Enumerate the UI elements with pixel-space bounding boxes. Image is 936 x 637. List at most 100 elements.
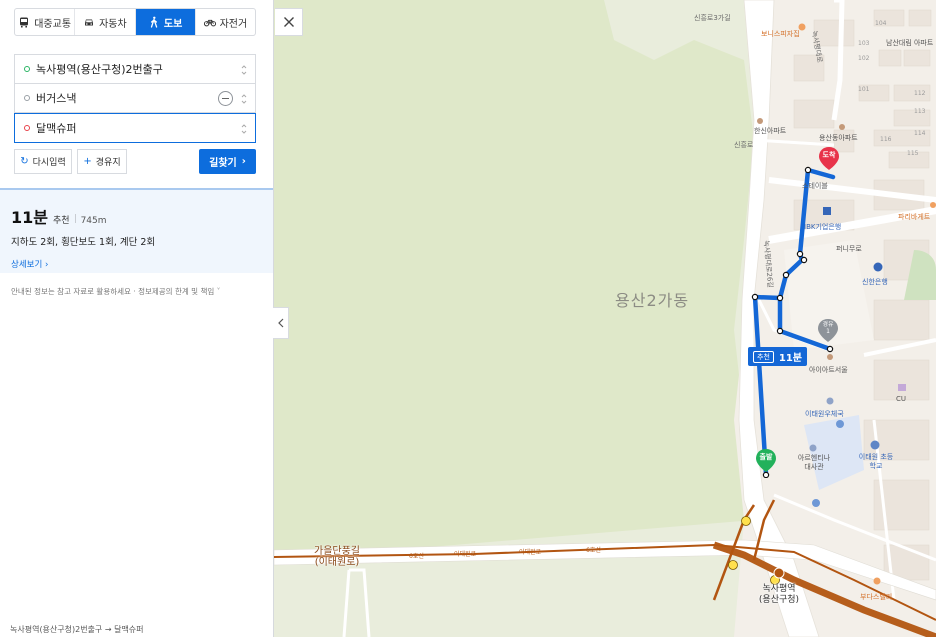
building-number: 114 [914, 130, 926, 137]
detail-link[interactable]: 상세보기 › [11, 258, 48, 270]
transport-mode-tabs: 대중교통 자동차 도보 자전거 [14, 8, 256, 36]
find-route-label: 길찾기 [209, 158, 237, 169]
poi-shinhan[interactable]: 신한은행 [862, 277, 888, 287]
bicycle-icon [203, 19, 216, 27]
chevron-down-icon: ˅ [216, 287, 221, 296]
road-label-small: 이태원로 [454, 551, 477, 558]
reorder-icon[interactable] [240, 64, 248, 76]
collapse-panel-button[interactable] [273, 307, 289, 339]
tab-walk-label: 도보 [163, 18, 183, 30]
result-time: 11분 [11, 208, 48, 227]
street-label-top: 신흥로3가길 [694, 14, 731, 22]
reorder-icon[interactable] [240, 123, 248, 135]
poi-namsan-apt[interactable]: 남산대림 아파트 [886, 39, 933, 47]
building-number: 115 [907, 150, 919, 157]
chevron-right-icon: › [44, 260, 49, 270]
add-waypoint-button[interactable]: + 경유지 [77, 149, 127, 174]
detail-link-label: 상세보기 [11, 260, 43, 270]
road-label-small: 이태원로 [519, 549, 542, 556]
tab-bicycle-label: 자전거 [219, 18, 248, 30]
result-summary: 지하도 2회, 횡단보도 1회, 계단 2회 [11, 237, 156, 248]
poi-itaewon-post[interactable]: 이태원우체국 [805, 409, 844, 419]
result-header: 11분 추천 745m [11, 204, 262, 228]
waypoint-value: 버거스낵 [36, 92, 77, 105]
reset-label: 다시입력 [32, 158, 66, 168]
close-icon [283, 17, 294, 27]
bottom-summary: 녹사평역(용산구청)2번출구 → 달맥슈퍼 [0, 624, 273, 637]
poi-yongsan-dong-apt[interactable]: 용산동아파트 [819, 133, 858, 143]
tab-car[interactable]: 자동차 [75, 9, 136, 35]
building-number: 103 [858, 40, 870, 47]
directions-panel: 대중교통 자동차 도보 자전거 녹사평역(용산구청)2번출구 버거스낵 달맥슈퍼… [0, 0, 274, 637]
result-tag: 추천 [53, 216, 70, 226]
result-distance: 745m [80, 216, 107, 226]
plus-icon: + [83, 156, 92, 167]
bus-icon [20, 17, 29, 28]
tab-bicycle[interactable]: 자전거 [196, 9, 255, 35]
road-name: 가을단풍길 (이태원로) [314, 546, 360, 568]
poi-paris[interactable]: 파리바게트 [898, 212, 930, 222]
tab-transit[interactable]: 대중교통 [15, 9, 76, 35]
close-button[interactable] [275, 8, 303, 36]
tab-transit-label: 대중교통 [34, 18, 72, 30]
notice-text: 안내된 정보는 참고 자료로 활용하세요 · 정보제공의 한계 및 책임 [11, 287, 215, 296]
street-gil: 퍼니무로 [836, 245, 862, 253]
poi-hansin-apt[interactable]: 한신아파트 [754, 126, 786, 136]
park-area [274, 0, 754, 560]
building-number: 102 [858, 55, 870, 62]
separator [74, 214, 76, 223]
destination-value: 달맥슈퍼 [36, 122, 77, 135]
waypoint-field[interactable]: 버거스낵 [14, 83, 256, 113]
destination-field[interactable]: 달맥슈퍼 [14, 113, 256, 143]
route-actions: ↻ 다시입력 + 경유지 길찾기 › [14, 149, 256, 174]
chevron-left-icon [277, 318, 283, 328]
station-label[interactable]: 녹사평역 (용산구청) [754, 584, 804, 606]
info-notice[interactable]: 안내된 정보는 참고 자료로 활용하세요 · 정보제공의 한계 및 책임 ˅ [11, 286, 220, 297]
waypoint-marker-num: 1 [826, 328, 830, 335]
poi-argentina-embassy[interactable]: 아르헨티나 대사관 [794, 454, 834, 472]
reset-button[interactable]: ↻ 다시입력 [14, 149, 72, 174]
waypoint-marker-label: 경유 [822, 321, 834, 328]
building-number: 112 [914, 90, 926, 97]
building-number: 113 [914, 108, 926, 115]
route-result-card[interactable]: 11분 추천 745m 지하도 2회, 횡단보도 1회, 계단 2회 상세보기 … [0, 190, 273, 273]
walk-icon [150, 16, 158, 28]
poi-ibk[interactable]: IBK기업은행 [804, 222, 841, 232]
road-name-line2: (이태원로) [314, 557, 360, 568]
poi-steilish[interactable]: 스테이블 [802, 181, 828, 191]
origin-dot-icon [24, 66, 30, 72]
route-badge-tag: 추천 [753, 350, 774, 363]
station-line1: 녹사평역 [762, 584, 796, 594]
poi-iyart[interactable]: 아이아트서울 [809, 365, 848, 375]
tab-car-label: 자동차 [99, 18, 127, 30]
waypoint-dot-icon [24, 95, 30, 101]
road-name-line1: 가을단풍길 [314, 546, 360, 557]
find-route-button[interactable]: 길찾기 › [199, 149, 256, 174]
destination-dot-icon [24, 125, 30, 131]
poi-budas[interactable]: 부다스벨리 [860, 592, 892, 602]
origin-field[interactable]: 녹사평역(용산구청)2번출구 [14, 54, 256, 84]
route-badge[interactable]: 추천 11분 [748, 347, 808, 366]
building-number: 104 [875, 20, 887, 27]
origin-value: 녹사평역(용산구청)2번출구 [36, 63, 163, 76]
route-badge-time: 11분 [778, 353, 803, 364]
waypoint-marker-text: 경유 1 [817, 321, 839, 335]
start-marker-label: 출발 [759, 453, 773, 461]
poi-bonis-pizza[interactable]: 보니스피자집 [761, 29, 800, 39]
poi-itaewon-school[interactable]: 이태원 초등학교 [856, 453, 896, 471]
route-inputs: 녹사평역(용산구청)2번출구 버거스낵 달맥슈퍼 [14, 54, 256, 143]
reorder-icon[interactable] [240, 93, 248, 105]
station-line2: (용산구청) [758, 595, 800, 605]
building-number: 116 [880, 136, 892, 143]
subway-line-label: 6호선 [586, 547, 601, 554]
bottom-summary-text: 녹사평역(용산구청)2번출구 → 달맥슈퍼 [10, 625, 144, 634]
remove-waypoint-icon[interactable] [218, 91, 233, 106]
map-canvas[interactable]: 신흥로3가길 보니스피자집 남산대림 아파트 한신아파트 용산동아파트 스테이블… [274, 0, 936, 637]
refresh-icon: ↻ [20, 156, 29, 167]
street-label-side: 신흥로 [734, 141, 754, 149]
add-waypoint-label: 경유지 [95, 158, 121, 168]
tab-walk[interactable]: 도보 [135, 9, 196, 35]
area-name: 용산2가동 [615, 291, 690, 310]
subway-line-label: 6호선 [409, 553, 424, 560]
poi-cu[interactable]: CU [896, 395, 906, 403]
